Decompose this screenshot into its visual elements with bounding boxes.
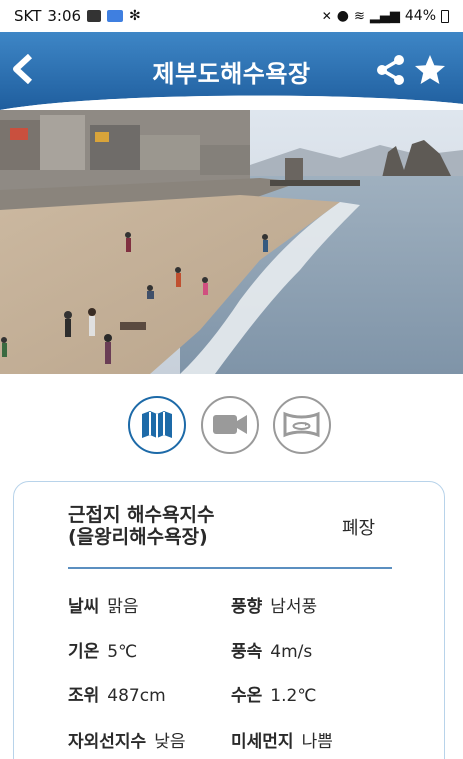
- video-view-button[interactable]: [201, 396, 259, 454]
- panorama-360-icon: [283, 411, 320, 438]
- settings-gear-icon: ✻: [129, 8, 141, 24]
- water-temperature-row: 수온 1.2℃: [231, 681, 316, 706]
- tide-label: 조위: [68, 686, 100, 706]
- clock: 3:06: [47, 7, 82, 25]
- map-view-button[interactable]: [128, 396, 186, 454]
- share-button[interactable]: [375, 54, 407, 86]
- location-icon: ●: [336, 8, 349, 24]
- status-left: SKT 3:06 ✻: [14, 7, 141, 25]
- water-temperature-label: 수온: [231, 686, 263, 706]
- uv-index-row: 자외선지수 낮음: [68, 727, 185, 752]
- wind-speed-row: 풍속 4m/s: [231, 637, 312, 662]
- uv-index-value: 낮음: [154, 732, 186, 752]
- wind-direction-label: 풍향: [231, 597, 263, 617]
- temperature-label: 기온: [68, 642, 100, 662]
- weather-label: 날씨: [68, 597, 100, 617]
- wind-direction-value: 남서풍: [270, 597, 318, 617]
- fine-dust-row: 미세먼지 나쁨: [231, 727, 333, 752]
- view-mode-buttons: [0, 396, 463, 456]
- battery-label: 44%: [404, 8, 436, 24]
- fine-dust-label: 미세먼지: [231, 732, 294, 752]
- wifi-icon: ≋: [353, 8, 365, 24]
- map-icon: [142, 411, 172, 438]
- weather-value: 맑음: [107, 597, 139, 617]
- tide-value: 487cm: [107, 686, 166, 706]
- share-icon: [377, 55, 404, 85]
- signal-icon: ▂▄▆: [369, 8, 400, 24]
- carrier-label: SKT: [14, 7, 42, 25]
- wind-direction-row: 풍향 남서풍: [231, 592, 317, 617]
- mute-icon: ✕: [321, 9, 332, 23]
- uv-index-label: 자외선지수: [68, 732, 147, 752]
- beach-image: [0, 110, 463, 374]
- nearest-index-label: 근접지 해수욕지수: [68, 504, 215, 526]
- weather-row: 날씨 맑음: [68, 592, 139, 617]
- fine-dust-value: 나쁨: [301, 732, 333, 752]
- wind-speed-value: 4m/s: [270, 642, 313, 662]
- battery-icon: [441, 9, 449, 23]
- status-bar: SKT 3:06 ✻ ✕ ● ≋ ▂▄▆ 44%: [0, 0, 463, 32]
- divider: [68, 567, 392, 569]
- open-status: 폐장: [342, 518, 376, 539]
- beach-info-card: 근접지 해수욕지수 (을왕리해수욕장) 폐장 날씨 맑음 풍향 남서풍 기온 5℃ 풍…: [13, 481, 445, 759]
- video-camera-icon: [213, 415, 247, 434]
- status-right: ✕ ● ≋ ▂▄▆ 44%: [322, 8, 449, 24]
- nearest-beach-name: (을왕리해수욕장): [68, 526, 208, 548]
- nearest-beach-title: 근접지 해수욕지수 (을왕리해수욕장): [68, 504, 214, 548]
- favorite-button[interactable]: [413, 53, 447, 87]
- tide-row: 조위 487cm: [68, 681, 166, 706]
- app-header: 제부도해수욕장: [0, 32, 463, 110]
- water-temperature-value: 1.2℃: [270, 686, 317, 706]
- temperature-value: 5℃: [107, 642, 138, 662]
- gallery-icon: [87, 10, 102, 22]
- app-notification-icon: [107, 10, 124, 22]
- temperature-row: 기온 5℃: [68, 637, 137, 662]
- beach-photo: [0, 110, 463, 374]
- panorama-view-button[interactable]: [273, 396, 331, 454]
- wind-speed-label: 풍속: [231, 642, 263, 662]
- star-icon: [415, 55, 445, 84]
